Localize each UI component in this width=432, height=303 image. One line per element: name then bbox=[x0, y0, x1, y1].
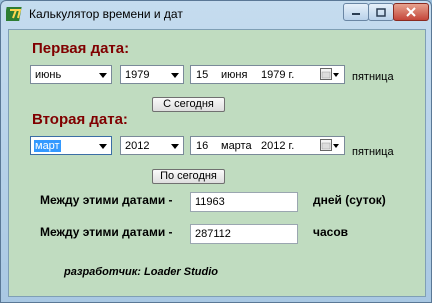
chevron-down-icon bbox=[171, 73, 179, 78]
second-date-heading: Вторая дата: bbox=[32, 111, 128, 128]
days-unit-label: дней (суток) bbox=[313, 193, 386, 207]
first-year-select[interactable]: 1979 bbox=[120, 65, 184, 84]
chevron-down-icon bbox=[99, 73, 107, 78]
second-year-value: 2012 bbox=[125, 140, 150, 152]
second-year-select[interactable]: 2012 bbox=[120, 136, 184, 155]
app-logo-icon bbox=[6, 7, 22, 21]
second-date-picker[interactable]: 16 марта 2012 г. bbox=[190, 136, 345, 155]
title-bar[interactable]: Калькулятор времени и дат bbox=[1, 1, 431, 27]
minimize-button[interactable] bbox=[343, 3, 369, 21]
first-date-year: 1979 г. bbox=[261, 69, 295, 81]
hours-label: Между этими датами - bbox=[40, 225, 173, 239]
minimize-icon bbox=[352, 13, 360, 15]
main-panel: Первая дата: июнь 1979 15 июня 1979 г. п… bbox=[8, 29, 426, 297]
maximize-icon bbox=[376, 7, 386, 17]
first-month-value: июнь bbox=[35, 69, 62, 81]
chevron-down-icon bbox=[99, 144, 107, 149]
days-label: Между этими датами - bbox=[40, 193, 173, 207]
days-result-field[interactable]: 11963 bbox=[190, 192, 298, 212]
second-date-year: 2012 г. bbox=[261, 140, 295, 152]
developer-credit: разработчик: Loader Studio bbox=[64, 266, 218, 278]
hours-unit-label: часов bbox=[313, 225, 349, 239]
to-today-button[interactable]: По сегодня bbox=[152, 169, 225, 184]
first-weekday: пятница bbox=[352, 71, 394, 83]
second-weekday: пятница bbox=[352, 146, 394, 158]
app-window: Калькулятор времени и дат Первая дата: и… bbox=[0, 0, 432, 303]
first-date-month: июня bbox=[221, 69, 248, 81]
first-date-day: 15 bbox=[196, 69, 209, 81]
from-today-button[interactable]: С сегодня bbox=[152, 97, 225, 112]
window-title: Калькулятор времени и дат bbox=[29, 7, 183, 21]
close-icon bbox=[406, 7, 416, 17]
first-month-select[interactable]: июнь bbox=[30, 65, 112, 84]
second-date-month: марта bbox=[221, 140, 252, 152]
first-year-value: 1979 bbox=[125, 69, 150, 81]
first-date-picker[interactable]: 15 июня 1979 г. bbox=[190, 65, 345, 84]
first-date-heading: Первая дата: bbox=[32, 40, 130, 57]
hours-result-field[interactable]: 287112 bbox=[190, 224, 298, 244]
second-month-select[interactable]: март bbox=[30, 136, 112, 155]
calendar-dropdown-icon[interactable] bbox=[320, 68, 340, 81]
maximize-button[interactable] bbox=[368, 3, 394, 21]
calendar-dropdown-icon[interactable] bbox=[320, 139, 340, 152]
chevron-down-icon bbox=[171, 144, 179, 149]
second-month-value: март bbox=[34, 140, 61, 152]
close-button[interactable] bbox=[393, 3, 429, 21]
second-date-day: 16 bbox=[196, 140, 209, 152]
